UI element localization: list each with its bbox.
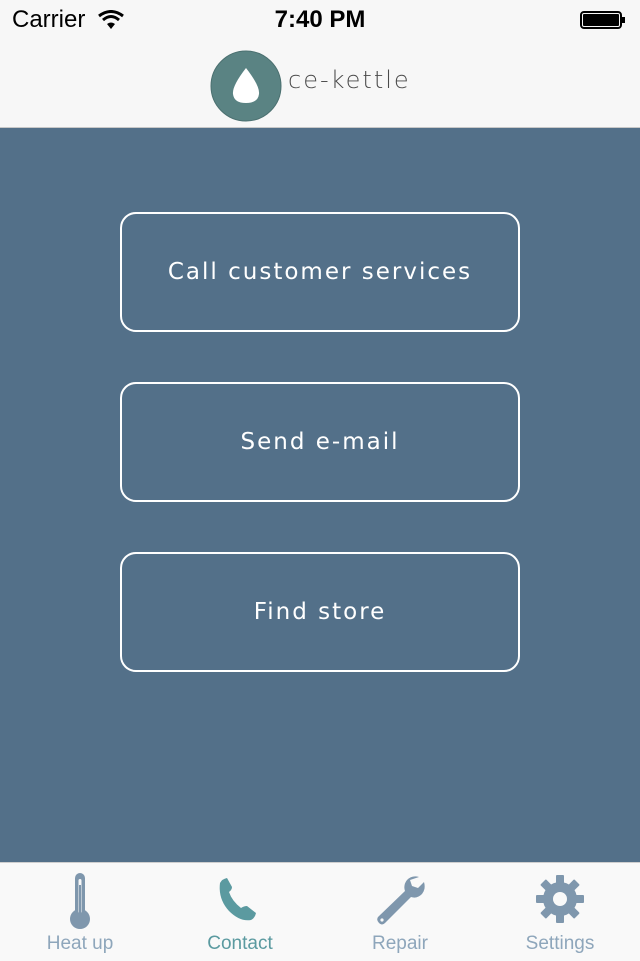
send-email-button[interactable]: Send e-mail [120, 382, 520, 502]
battery-icon [580, 11, 625, 29]
tab-bar: Heat up Contact Repair Settings [0, 862, 640, 961]
thermometer-icon [70, 873, 90, 929]
wrench-icon [377, 876, 425, 925]
status-bar: Carrier 7:40 PM [0, 0, 640, 40]
tab-repair[interactable]: Repair [320, 863, 480, 961]
tab-settings[interactable]: Settings [480, 863, 640, 961]
find-store-button[interactable]: Find store [120, 552, 520, 672]
phone-icon [219, 878, 256, 921]
nav-bar: ce-kettle [0, 40, 640, 128]
tab-heat-up[interactable]: Heat up [0, 863, 160, 961]
tab-label-settings: Settings [525, 933, 595, 954]
clock: 7:40 PM [274, 6, 366, 33]
tab-label-repair: Repair [372, 933, 428, 954]
call-customer-services-button[interactable]: Call customer services [120, 212, 520, 332]
tab-contact[interactable]: Contact [160, 863, 320, 961]
gear-icon [536, 875, 584, 923]
tab-label-heat-up: Heat up [46, 933, 114, 954]
logo [210, 50, 282, 122]
water-drop-icon [210, 50, 282, 122]
tab-label-contact: Contact [207, 933, 273, 954]
brand-name: ce-kettle [288, 66, 411, 94]
contact-panel: Call customer services Send e-mail Find … [0, 128, 640, 862]
